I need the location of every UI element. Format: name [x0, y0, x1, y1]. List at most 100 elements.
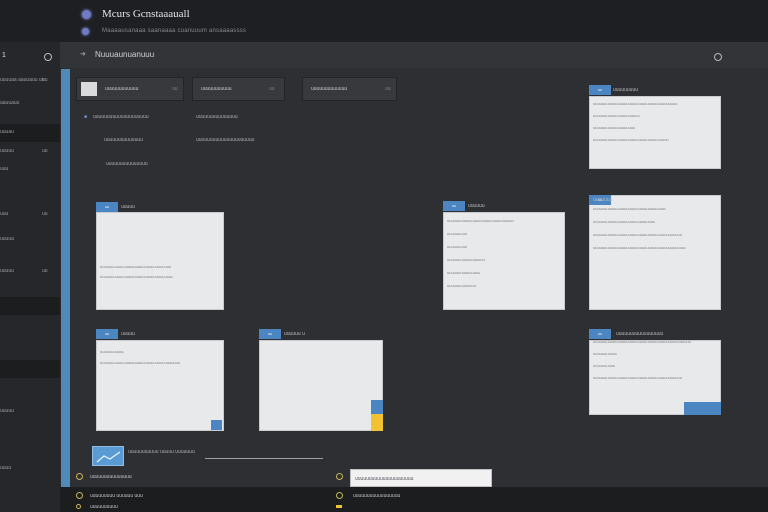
card-3-line-3: uuuuuuuuuuuuuuuuuuuuuuuuuuuuuuuuuuuuuuuu…: [593, 245, 687, 250]
bottom-chip-3-icon[interactable]: [76, 504, 81, 509]
tab-first-label: uuuuuuuuuuuu: [105, 86, 139, 92]
footer-divider: [205, 458, 323, 459]
card-6-heading: uuuuuuuuuuuuuuuuu: [616, 331, 664, 337]
sidebar-mark: 1: [2, 52, 6, 59]
filter-row3-left[interactable]: uuuuuuuuuuuuuuu: [106, 161, 148, 167]
sidebar-item-1[interactable]: aauuauu: [0, 100, 19, 106]
card-0-heading: uuuuu: [121, 204, 135, 210]
status-chip-1-icon[interactable]: [76, 473, 83, 480]
status-field-value: uuuuuuuuuuuuuuuuuuuuu: [355, 476, 414, 482]
card-3-line-0: uuuuuuuuuuuuuuuuuuuuuuuuuuuuuuuuu: [593, 206, 667, 211]
sidebar-item-7[interactable]: uuuuu: [0, 268, 14, 274]
bottom-highlight-mark: [336, 505, 342, 508]
sidebar-toggle-icon[interactable]: [44, 53, 52, 61]
card-2-tag: uu: [589, 85, 611, 95]
sidebar-accent-strip: [61, 69, 70, 489]
sidebar-item-9[interactable]: uuuu: [0, 465, 11, 471]
card-0-tag: uu: [96, 202, 118, 212]
card-1-line-5: uuuuuuuuuuuuu: [447, 283, 476, 288]
card-4-tag: uu: [259, 329, 281, 339]
tab-first[interactable]: uuuuuuuuuuuu uu: [76, 77, 184, 101]
sidebar-item-6[interactable]: uuuua: [0, 236, 14, 242]
settings-ring-icon[interactable]: [714, 53, 722, 61]
filter-row2-left[interactable]: uuuuuuuuuuuuuu: [104, 137, 143, 143]
sidebar-item-3[interactable]: uuuuu: [0, 148, 14, 154]
card-6-line-3: uuuuuuuuuuuuuuuuuuuuuuuuuuuuuuuuuuuuuuuu: [593, 375, 682, 380]
status-field[interactable]: uuuuuuuuuuuuuuuuuuuuu: [350, 469, 492, 487]
card-5-accent-block: [371, 400, 383, 414]
card-6-line-0: uuuuuuuuuuuuuuuuuuuuuuuuuuuuuuuuuuuuuuuu…: [593, 339, 691, 344]
card-5-line-0: uuuuuuuuuuu: [100, 349, 125, 354]
footer-row3-left: uuuuuuuuuu: [90, 504, 118, 510]
sidebar-item-2[interactable]: uuuau: [0, 129, 14, 135]
card-1-heading: uuuuuu: [468, 203, 485, 209]
sidebar-item-5[interactable]: uuu: [0, 211, 8, 217]
back-arrow-icon[interactable]: ➜: [80, 50, 86, 58]
card-5-tag: uu: [96, 329, 118, 339]
card-6-line-1: uuuuuuuuuuu: [593, 351, 618, 356]
preview-thumbnail[interactable]: [92, 446, 124, 466]
tab-third[interactable]: uuuuuuuuuuuuu uu: [302, 77, 397, 101]
status-chip-2-icon[interactable]: [336, 473, 343, 480]
sidebar-item-4[interactable]: uuu: [0, 166, 8, 172]
app-title: Mcurs Gcnstaaauall: [102, 8, 190, 20]
card-1-line-0: uuuuuuuuuuuuuuuuuuuuuuuuuuuuuu: [447, 218, 514, 223]
card-7-accent-block: [684, 402, 721, 415]
sidebar-band-2: [0, 297, 60, 315]
card-2-line-3: uuuuuuuuuuuuuuuuuuuuuuuuuuuuuuuuuu: [593, 137, 669, 142]
tab-thumbnail: [81, 82, 97, 96]
filter-row1-left[interactable]: uuuuuuuuuuuuuuuuuuuu: [93, 114, 149, 120]
breadcrumb[interactable]: Nuuuaunuanuuu: [95, 50, 154, 59]
card-3-line-2: uuuuuuuuuuuuuuuuuuuuuuuuuuuuuuuuuuuuuuuu: [593, 232, 682, 237]
app-logo-icon: [82, 10, 91, 19]
sidebar-item-5-meta: uu: [42, 211, 48, 217]
card-1-line-1: uuuuuuuuu: [447, 231, 468, 236]
tab-third-label: uuuuuuuuuuuuu: [311, 86, 348, 92]
card-4-heading: uuuuuu u: [284, 331, 305, 337]
app-sub-logo-icon: [82, 28, 89, 35]
card-6-tag: uu: [589, 329, 611, 339]
filter-row1-right[interactable]: uuuuuuuuuuuuuuu: [196, 114, 238, 120]
header-bar: [60, 42, 768, 68]
chart-thumbnail-icon: [96, 451, 121, 463]
bottom-chip-2-icon[interactable]: [336, 492, 343, 499]
content-card-0[interactable]: [96, 212, 224, 310]
sidebar-item-7-meta: uu: [42, 268, 48, 274]
card-1-line-4: uuuuuuuuuuuuuuu: [447, 270, 481, 275]
card-2-heading: uuuuuuuuu: [613, 87, 639, 93]
card-1-line-3: uuuuuuuuuuuuuuuuu: [447, 257, 485, 262]
filter-row2-right[interactable]: uuuuuuuuuuuuuuuuuuuuu: [196, 137, 254, 143]
card-5-line-1: uuuuuuuuuuuuuuuuuuuuuuuuuuuuuuuuuuuu: [100, 360, 181, 365]
sidebar-item-0[interactable]: uuuuaa aauuauu uu: [0, 77, 45, 83]
content-card-3[interactable]: [589, 195, 721, 310]
sidebar-item-0-meta: nu: [42, 77, 48, 83]
card-2-line-1: uuuuuuuuuuuuuuuuuuuuu: [593, 113, 640, 118]
tab-third-extra: uu: [385, 86, 391, 92]
card-3-line-1: uuuuuuuuuuuuuuuuuuuuuuuuuuuu: [593, 219, 656, 224]
card-2-line-0: uuuuuuuuuuuuuuuuuuuuuuuuuuuuuuuuuuuuuu: [593, 101, 678, 106]
card-3-heading: uuuuuuu: [593, 197, 613, 203]
tab-first-extra: uu: [172, 86, 178, 92]
card-5-heading: uuuuu: [121, 331, 135, 337]
card-6-line-2: uuuuuuuuuu: [593, 363, 616, 368]
card-0-line-0: uuuuuuuuuuuuuuuuuuuuuuuuuuuuuuuu: [100, 264, 172, 269]
tab-second-extra: uu: [269, 86, 275, 92]
bottom-bar: [60, 487, 768, 512]
content-card-2[interactable]: [589, 96, 721, 169]
bottom-chip-1-icon[interactable]: [76, 492, 83, 499]
filter-bullet-icon: ■: [84, 114, 88, 120]
card-0-line-1: uuuuuuuuuuuuuuuuuuuuuuuuuuuuuuuuu: [100, 274, 174, 279]
sidebar-item-8[interactable]: uuuuu: [0, 408, 14, 414]
app-subtitle: Maaaausanaaa saanaaaa cuanuuum ansaaaass…: [102, 28, 247, 34]
card-5-highlight-block: [371, 414, 383, 431]
card-1-tag: uu: [443, 201, 465, 211]
thumb-caption: uuuuuuuuuuu uuuuu uuuuuuu: [128, 449, 195, 455]
title-bar: Mcurs Gcnstaaauall Maaaausanaaa saanaaaa…: [0, 0, 768, 42]
tab-second-label: uuuuuuuuuuu: [201, 86, 232, 92]
sidebar-band-3: [0, 360, 60, 378]
sidebar-item-3-meta: uu: [42, 148, 48, 154]
content-card-4[interactable]: [259, 340, 383, 431]
footer-row2-right: uuuuuuuuuuuuuuuuu: [353, 493, 401, 499]
tab-second[interactable]: uuuuuuuuuuu uu: [192, 77, 285, 101]
sidebar: 1: [0, 42, 60, 512]
